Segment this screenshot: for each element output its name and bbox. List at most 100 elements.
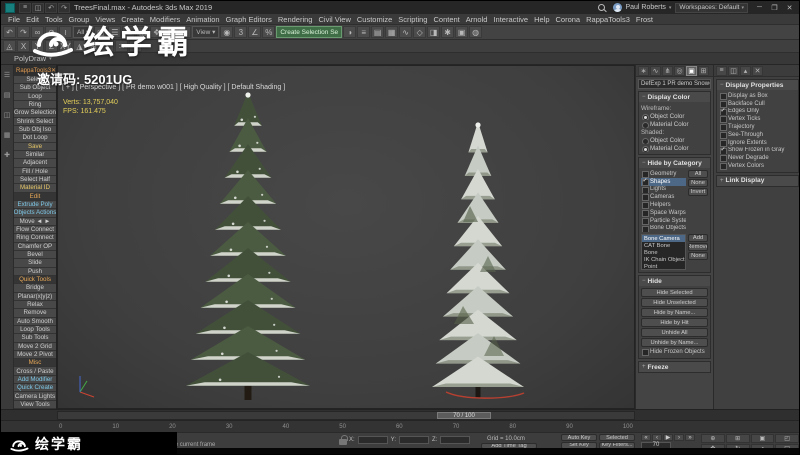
mirror-tool-icon[interactable]: ◐ xyxy=(101,40,114,52)
tool-panel-button[interactable]: Camera Lights xyxy=(14,392,56,401)
hide-action-button[interactable]: Hide Selected xyxy=(641,288,708,298)
undo-icon[interactable]: ↶ xyxy=(3,26,16,38)
tool-panel-button[interactable]: Adjacent xyxy=(14,159,56,168)
tool-panel-button[interactable]: Extrude Poly xyxy=(14,200,56,210)
menu-item[interactable]: Corona xyxy=(553,15,584,24)
selection-filter-dropdown[interactable]: All ▾ xyxy=(73,26,94,38)
display-property-checkbox[interactable]: Trajectory xyxy=(719,123,796,131)
display-color-rollout-header[interactable]: − Display Color xyxy=(639,92,710,102)
axis-y-icon[interactable]: Y xyxy=(31,40,44,52)
zoom-region-icon[interactable]: ◰ xyxy=(775,434,799,443)
ribbon-tab-polydraw[interactable]: PolyDraw xyxy=(14,54,46,63)
category-action-button[interactable]: Invert xyxy=(688,188,708,196)
array-tool-icon[interactable]: ∷ xyxy=(115,40,128,52)
hide-by-category-rollout-header[interactable]: − Hide by Category xyxy=(639,158,710,168)
motion-tab-icon[interactable]: ◎ xyxy=(674,65,685,76)
tool-panel-button[interactable]: Save xyxy=(14,142,56,151)
freeze-rollout-header[interactable]: + Freeze xyxy=(639,362,710,373)
menu-item[interactable]: Tools xyxy=(42,15,66,24)
tool-panel-button[interactable]: Dot Loop xyxy=(14,134,56,143)
snowy-tree-right[interactable] xyxy=(432,122,524,398)
panel-toggle-icon[interactable]: ◫ xyxy=(4,111,11,119)
save-icon[interactable]: ◫ xyxy=(32,2,44,13)
close-button[interactable]: ✕ xyxy=(782,2,797,13)
hide-action-button[interactable]: Unhide All xyxy=(641,328,708,338)
minimize-button[interactable]: ─ xyxy=(752,2,767,13)
maxscript-mini-listener[interactable]: sliderTime = 70 2KeyPhysics xyxy=(1,433,93,449)
named-selection-sets-dropdown[interactable]: Create Selection Se xyxy=(276,26,343,38)
tool-panel-button[interactable]: Bevel xyxy=(14,250,56,260)
display-tab-icon[interactable]: ▣ xyxy=(686,65,697,76)
ribbon-toggle-icon[interactable]: ▦ xyxy=(385,26,399,38)
schematic-view-icon[interactable]: ◇ xyxy=(413,26,427,38)
modify-tab-icon[interactable]: ∿ xyxy=(650,65,661,76)
menu-item[interactable]: RappaTools3 xyxy=(583,15,633,24)
axis-xy-icon[interactable]: XY xyxy=(59,40,72,52)
tool-panel-button[interactable]: Select xyxy=(14,76,56,85)
rendered-frame-icon[interactable]: ▣ xyxy=(455,26,469,38)
display-property-checkbox[interactable]: Ignore Extents xyxy=(719,139,796,147)
display-property-checkbox[interactable]: Vertex Colors xyxy=(719,162,796,170)
time-slider-handle[interactable]: 70 / 100 xyxy=(437,412,491,419)
menu-item[interactable]: Content xyxy=(430,15,462,24)
align-icon[interactable]: ≡ xyxy=(357,26,371,38)
next-frame-icon[interactable]: › xyxy=(674,434,684,441)
display-color-option[interactable]: Material Color xyxy=(641,120,708,128)
panel-menu-icon[interactable]: ≡ xyxy=(716,65,727,76)
tool-panel-button[interactable]: View Tools xyxy=(14,400,56,410)
tool-panel-button[interactable]: Objects Actions xyxy=(14,209,56,218)
menu-item[interactable]: Rendering xyxy=(275,15,316,24)
app-menu-icon[interactable]: ≡ xyxy=(19,2,31,13)
utilities-tab-icon[interactable]: ⊞ xyxy=(698,65,709,76)
category-checkbox[interactable]: Cameras xyxy=(641,193,686,202)
tool-panel-button[interactable]: Planar(x|y|z) xyxy=(14,292,56,301)
tool-panel-button[interactable]: Flow Connect xyxy=(14,225,56,235)
menu-item[interactable]: Graph Editors xyxy=(223,15,275,24)
hide-frozen-checkbox[interactable]: Hide Frozen Objects xyxy=(641,348,708,357)
redo-icon[interactable]: ↷ xyxy=(58,2,70,13)
tool-panel-button[interactable]: Move 2 Grid xyxy=(14,342,56,351)
zoom-icon[interactable]: ⊕ xyxy=(701,434,725,443)
x-coordinate-field[interactable] xyxy=(357,435,388,444)
dock-handle-icon[interactable]: ☰ xyxy=(4,71,10,79)
axis-z-icon[interactable]: Z xyxy=(45,40,58,52)
snap-tool-icon[interactable]: ◬ xyxy=(3,40,16,52)
menu-item[interactable]: File xyxy=(5,15,23,24)
redo-icon[interactable]: ↷ xyxy=(17,26,30,38)
menu-item[interactable]: Interactive xyxy=(490,15,531,24)
workspaces-dropdown[interactable]: Workspaces: Default ▾ xyxy=(675,2,748,13)
track-bar[interactable]: 0 10 20 30 40 50 60 70 80 90 100 xyxy=(1,420,799,432)
rappatools-header[interactable]: RappaTools3 ✕ xyxy=(14,65,56,76)
hide-action-button[interactable]: Hide Unselected xyxy=(641,298,708,308)
display-property-checkbox[interactable]: Never Degrade xyxy=(719,154,796,163)
category-list-item[interactable]: Bone xyxy=(642,249,685,256)
viewport-layout-icon[interactable]: ▤ xyxy=(4,91,11,99)
tool-panel-button[interactable]: Loop xyxy=(14,92,56,101)
tool-panel-button[interactable]: Select Half xyxy=(14,175,56,185)
category-checkbox[interactable]: Particle Systems xyxy=(641,217,686,225)
axis-x-icon[interactable]: X xyxy=(17,40,30,52)
tool-panel-button[interactable]: Material ID xyxy=(14,184,56,193)
render-setup-icon[interactable]: ✱ xyxy=(441,26,455,38)
render-icon[interactable]: ◍ xyxy=(469,26,483,38)
user-account[interactable]: Paul Roberts ▾ xyxy=(613,3,671,12)
display-color-option[interactable]: Object Color xyxy=(641,112,708,120)
display-color-option[interactable]: Wireframe: xyxy=(641,104,708,112)
auto-key-button[interactable]: Auto Key xyxy=(561,434,597,441)
z-coordinate-field[interactable] xyxy=(440,435,471,444)
max-logo-icon[interactable] xyxy=(5,2,15,13)
tool-panel-button[interactable]: Slide xyxy=(14,259,56,268)
layer-manager-icon[interactable]: ▤ xyxy=(371,26,385,38)
display-color-option[interactable]: Shaded: xyxy=(641,128,708,136)
tool-panel-button[interactable]: Sub Obj Iso xyxy=(14,125,56,135)
select-move-icon[interactable]: ✥ xyxy=(150,26,164,38)
material-editor-icon[interactable]: ◨ xyxy=(427,26,441,38)
display-properties-rollout-header[interactable]: − Display Properties xyxy=(717,80,798,90)
zoom-all-icon[interactable]: ⊞ xyxy=(725,434,750,443)
go-to-end-icon[interactable]: » xyxy=(685,434,695,441)
category-list-item[interactable]: Bone Camera xyxy=(642,235,685,243)
add-panel-icon[interactable]: ✚ xyxy=(4,151,10,159)
rotate-icon[interactable]: ↻ xyxy=(164,26,178,38)
menu-item[interactable]: Animation xyxy=(183,15,222,24)
window-crossing-icon[interactable]: ◫ xyxy=(136,26,150,38)
